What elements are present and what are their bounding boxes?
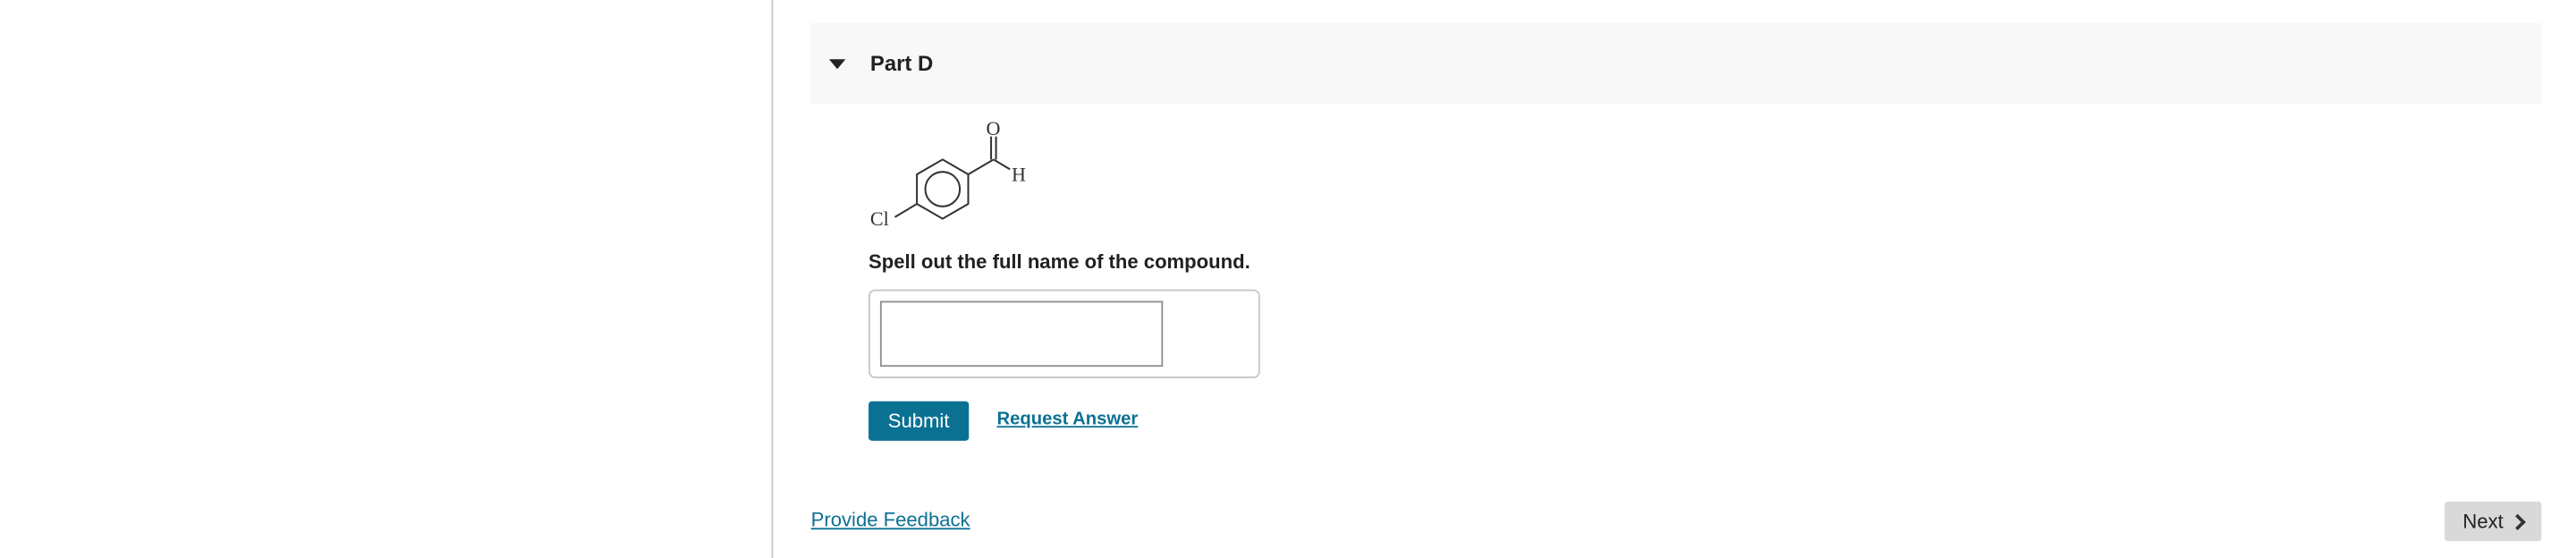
next-button[interactable]: Next	[2444, 501, 2542, 542]
chloro-bond	[894, 203, 918, 218]
chevron-right-icon	[2509, 513, 2526, 531]
chlorine-label: Cl	[870, 207, 889, 230]
part-header[interactable]: Part D	[810, 22, 2542, 104]
oxygen-label: O	[987, 117, 1001, 140]
submit-button[interactable]: Submit	[869, 401, 970, 441]
request-answer-link[interactable]: Request Answer	[996, 410, 1138, 429]
aldehyde-h-bond	[993, 158, 1011, 171]
question-prompt: Spell out the full name of the compound.	[869, 249, 1250, 274]
answer-input[interactable]	[879, 300, 1164, 368]
hydrogen-label: H	[1012, 163, 1026, 185]
provide-feedback-link[interactable]: Provide Feedback	[811, 508, 970, 531]
structure-drawing: O H Cl	[870, 117, 1026, 230]
left-panel	[0, 0, 772, 558]
chemical-structure: O H Cl	[859, 108, 1056, 240]
part-title: Part D	[869, 51, 934, 76]
page: Part D O H Cl Spell out the full name of…	[0, 0, 2576, 558]
ring-carbonyl-bond	[967, 158, 995, 175]
panel-divider	[771, 0, 774, 558]
caret-down-icon[interactable]	[828, 58, 846, 69]
next-label: Next	[2462, 510, 2504, 533]
aromatic-circle	[924, 171, 962, 207]
answer-container	[869, 289, 1260, 378]
